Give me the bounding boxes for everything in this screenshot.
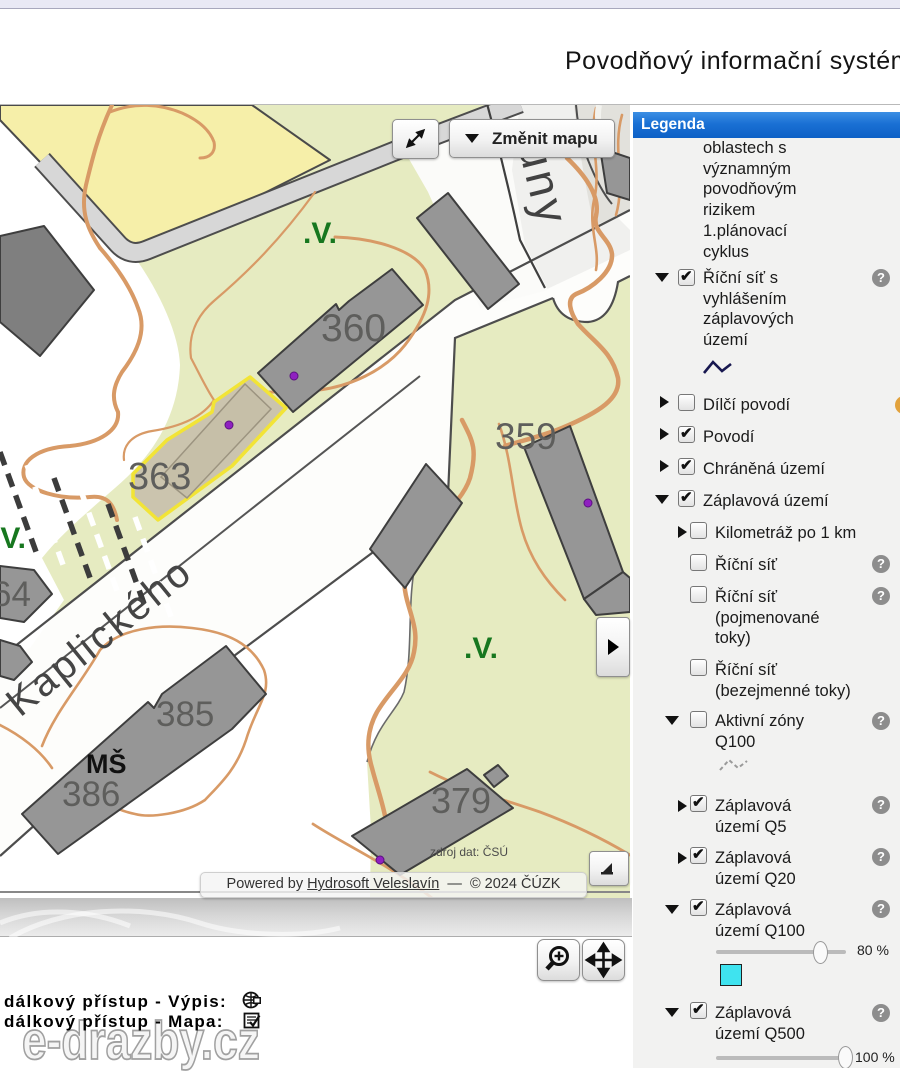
svg-text:386: 386 (62, 775, 120, 814)
svg-text:MŠ: MŠ (86, 748, 127, 779)
svg-text:359: 359 (495, 416, 557, 457)
svg-text:.V.: .V. (0, 522, 26, 555)
svg-text:363: 363 (128, 456, 191, 498)
svg-text:385: 385 (156, 695, 214, 734)
svg-text:379: 379 (431, 780, 491, 821)
svg-text:360: 360 (321, 307, 386, 350)
svg-text:.V.: .V. (303, 217, 337, 250)
svg-text:64: 64 (0, 575, 31, 614)
svg-text:.V.: .V. (464, 632, 498, 665)
